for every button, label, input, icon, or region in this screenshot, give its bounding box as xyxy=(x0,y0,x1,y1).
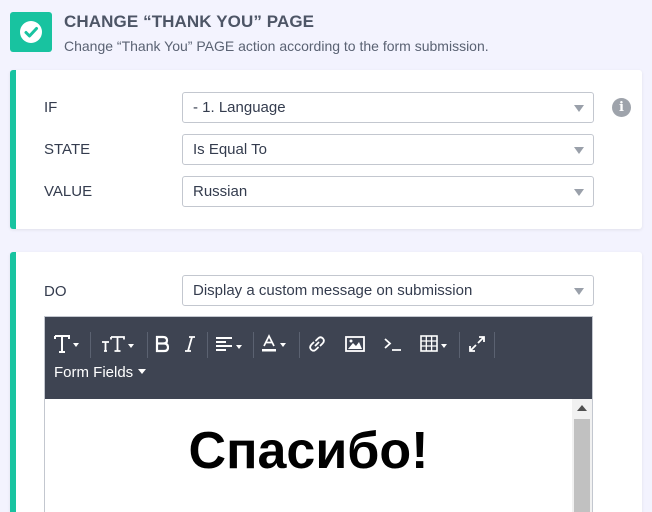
scroll-up-icon[interactable] xyxy=(577,405,587,411)
if-select[interactable]: - 1. Language xyxy=(182,92,594,123)
bold-icon[interactable] xyxy=(155,335,169,353)
chevron-down-icon xyxy=(574,105,584,112)
font-family-icon[interactable] xyxy=(54,334,79,354)
chevron-down-icon xyxy=(574,189,584,196)
page-header: CHANGE “THANK YOU” PAGE Change “Thank Yo… xyxy=(10,10,642,58)
page-subtitle: Change “Thank You” PAGE action according… xyxy=(64,38,489,54)
toolbar-divider xyxy=(90,332,91,358)
chevron-down-icon xyxy=(138,368,147,374)
toolbar-divider xyxy=(494,332,495,358)
code-icon[interactable] xyxy=(383,336,403,352)
editor-content[interactable]: Спасибо! xyxy=(45,399,572,512)
toolbar-divider xyxy=(299,332,300,358)
do-select[interactable]: Display a custom message on submission xyxy=(182,275,594,306)
state-label: STATE xyxy=(44,141,91,158)
page-title: CHANGE “THANK YOU” PAGE xyxy=(64,12,315,31)
rich-text-editor: Form Fields Спасибо! xyxy=(44,316,593,512)
do-select-value: Display a custom message on submission xyxy=(193,282,473,299)
text-color-icon[interactable] xyxy=(261,334,286,354)
if-select-value: - 1. Language xyxy=(193,99,286,116)
toolbar-divider xyxy=(207,332,208,358)
value-select-value: Russian xyxy=(193,183,248,200)
table-icon[interactable] xyxy=(420,335,447,352)
image-icon[interactable] xyxy=(345,336,365,352)
checkmark-badge-icon xyxy=(10,12,52,52)
custom-message-text[interactable]: Спасибо! xyxy=(45,421,572,481)
chevron-down-icon xyxy=(574,147,584,154)
scrollbar-thumb[interactable] xyxy=(574,419,590,512)
do-label: DO xyxy=(44,283,67,300)
state-select[interactable]: Is Equal To xyxy=(182,134,594,165)
state-select-value: Is Equal To xyxy=(193,141,267,158)
toolbar-divider xyxy=(253,332,254,358)
if-label: IF xyxy=(44,99,58,116)
chevron-down-icon xyxy=(574,288,584,295)
value-select[interactable]: Russian xyxy=(182,176,594,207)
toolbar-divider xyxy=(459,332,460,358)
font-size-icon[interactable] xyxy=(101,335,134,353)
align-icon[interactable] xyxy=(215,336,242,352)
action-card: DO Display a custom message on submissio… xyxy=(10,252,642,512)
toolbar-divider xyxy=(147,332,148,358)
form-fields-dropdown[interactable]: Form Fields xyxy=(54,364,147,381)
condition-card: IF - 1. Language STATE Is Equal To VALUE… xyxy=(10,70,642,229)
value-label: VALUE xyxy=(44,183,93,200)
link-icon[interactable] xyxy=(308,335,326,353)
italic-icon[interactable] xyxy=(184,335,196,353)
info-icon[interactable]: i xyxy=(612,98,631,117)
editor-toolbar: Form Fields xyxy=(45,317,592,399)
form-fields-label: Form Fields xyxy=(54,364,134,381)
editor-scrollbar[interactable] xyxy=(572,399,592,512)
fullscreen-icon[interactable] xyxy=(468,335,486,353)
